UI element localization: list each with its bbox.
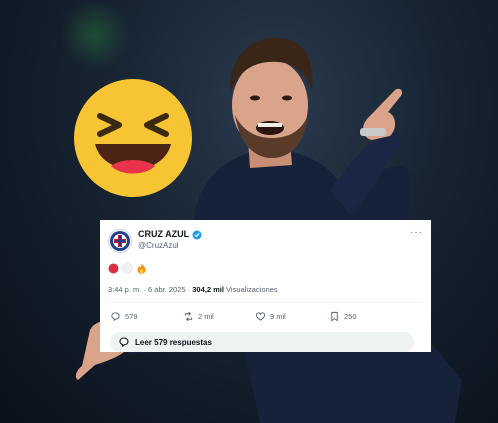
tweet-card[interactable]: CRUZ AZUL @CruzAzul ··· 3:44 p. m. · 6 a… [100,220,431,352]
reply-count: 579 [125,311,138,321]
tweet-header: CRUZ AZUL @CruzAzul ··· [108,228,423,257]
tweet-date[interactable]: 6 abr. 2025 [148,285,186,294]
coach-illustration [75,37,462,423]
bookmark-button[interactable]: 250 [329,311,357,322]
red-circle-emoji-icon [108,263,119,273]
like-button[interactable]: 9 mil [255,311,329,322]
chat-bubble-icon [119,337,129,347]
repost-count: 2 mil [198,311,214,321]
tweet-actions: 579 2 mil 9 mil 250 [108,303,423,329]
laughing-emoji-icon [74,79,192,197]
handle[interactable]: @CruzAzul [138,240,202,251]
views-count: 304,2 mil [192,285,224,294]
like-icon [255,311,266,321]
tweet-text [108,261,423,275]
author-names: CRUZ AZUL @CruzAzul [138,229,202,251]
background-photo [0,0,498,423]
tweet-time[interactable]: 3:44 p. m. [108,285,141,294]
reply-icon [111,311,120,321]
more-icon[interactable]: ··· [410,228,423,238]
views-label: Visualizaciones [226,285,278,294]
cruz-azul-logo-icon [110,231,130,251]
verified-badge-icon [192,230,202,239]
like-count: 9 mil [270,311,286,321]
read-replies-button[interactable]: Leer 579 respuestas [110,332,414,352]
display-name[interactable]: CRUZ AZUL [138,229,189,240]
bookmark-count: 250 [344,311,357,321]
tweet-meta: 3:44 p. m. · 6 abr. 2025 · 304,2 mil Vis… [108,285,423,294]
white-circle-emoji-icon [122,262,133,274]
fire-emoji-icon [137,263,146,274]
read-replies-label: Leer 579 respuestas [135,337,212,347]
bookmark-icon [331,311,338,321]
repost-button[interactable]: 2 mil [183,311,255,322]
reply-button[interactable]: 579 [110,311,183,322]
repost-icon [184,311,193,321]
avatar[interactable] [108,229,132,253]
